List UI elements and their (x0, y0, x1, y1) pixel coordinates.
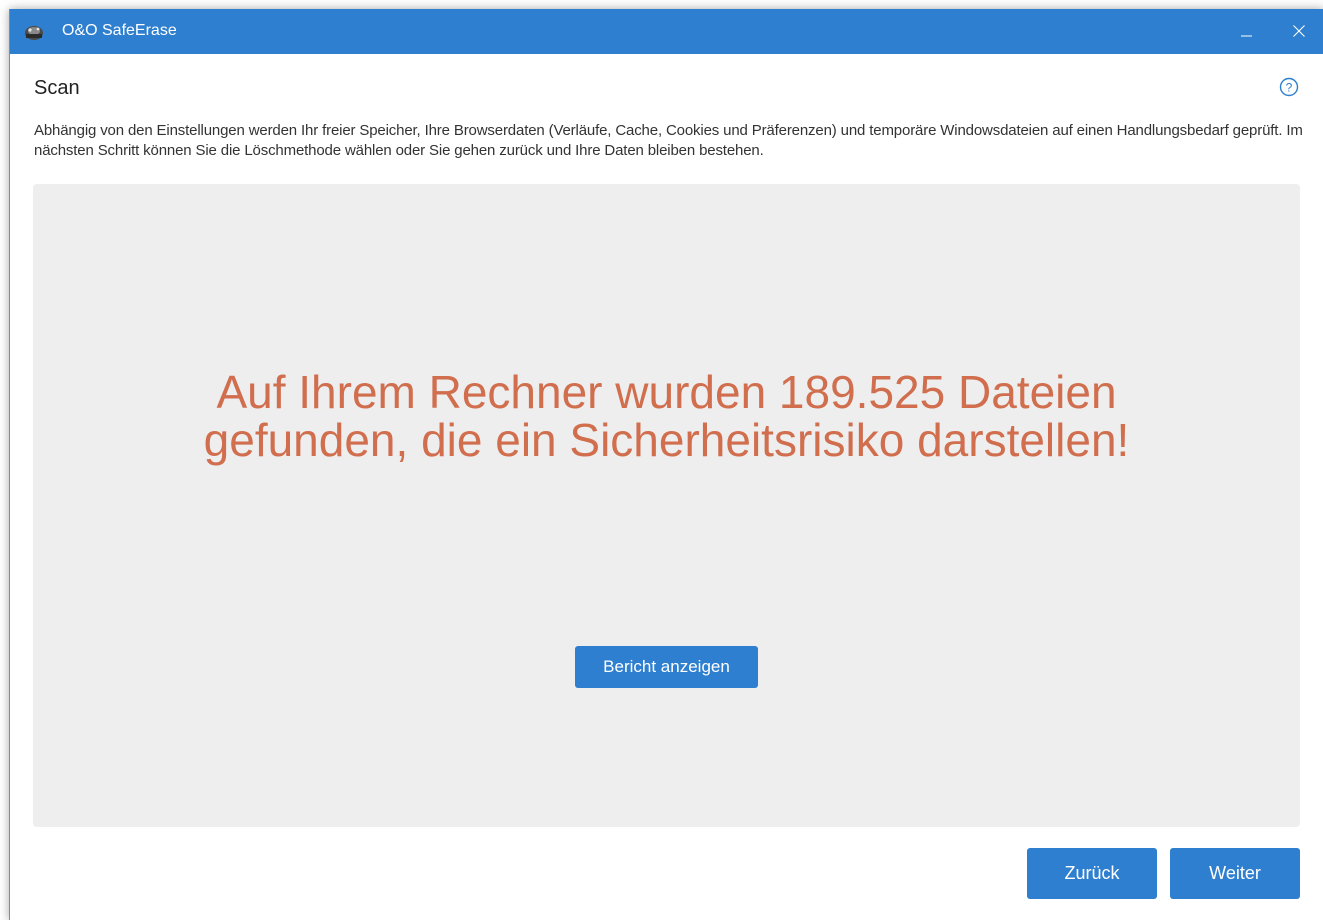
show-report-button[interactable]: Bericht anzeigen (575, 646, 758, 688)
title-bar[interactable]: O&O SafeErase (10, 9, 1323, 54)
scan-result-message: Auf Ihrem Rechner wurden 189.525 Dateien… (33, 368, 1300, 464)
close-button[interactable] (1276, 9, 1322, 54)
svg-text:?: ? (1286, 81, 1293, 95)
back-button[interactable]: Zurück (1027, 848, 1157, 899)
help-icon[interactable]: ? (1279, 77, 1299, 97)
scan-result-line-2: gefunden, die ein Sicherheitsrisiko dars… (203, 414, 1130, 466)
minimize-button[interactable] (1224, 9, 1270, 54)
app-window: O&O SafeErase Scan ? Abhängig von den Ei… (9, 9, 1323, 920)
scan-result-panel: Auf Ihrem Rechner wurden 189.525 Dateien… (33, 184, 1300, 827)
window-title: O&O SafeErase (62, 22, 177, 39)
next-button[interactable]: Weiter (1170, 848, 1300, 899)
page-description: Abhängig von den Einstellungen werden Ih… (34, 122, 1303, 159)
safeerase-app-icon (23, 22, 45, 42)
page-title: Scan (34, 77, 80, 99)
scan-result-line-1: Auf Ihrem Rechner wurden 189.525 Dateien (216, 366, 1117, 418)
